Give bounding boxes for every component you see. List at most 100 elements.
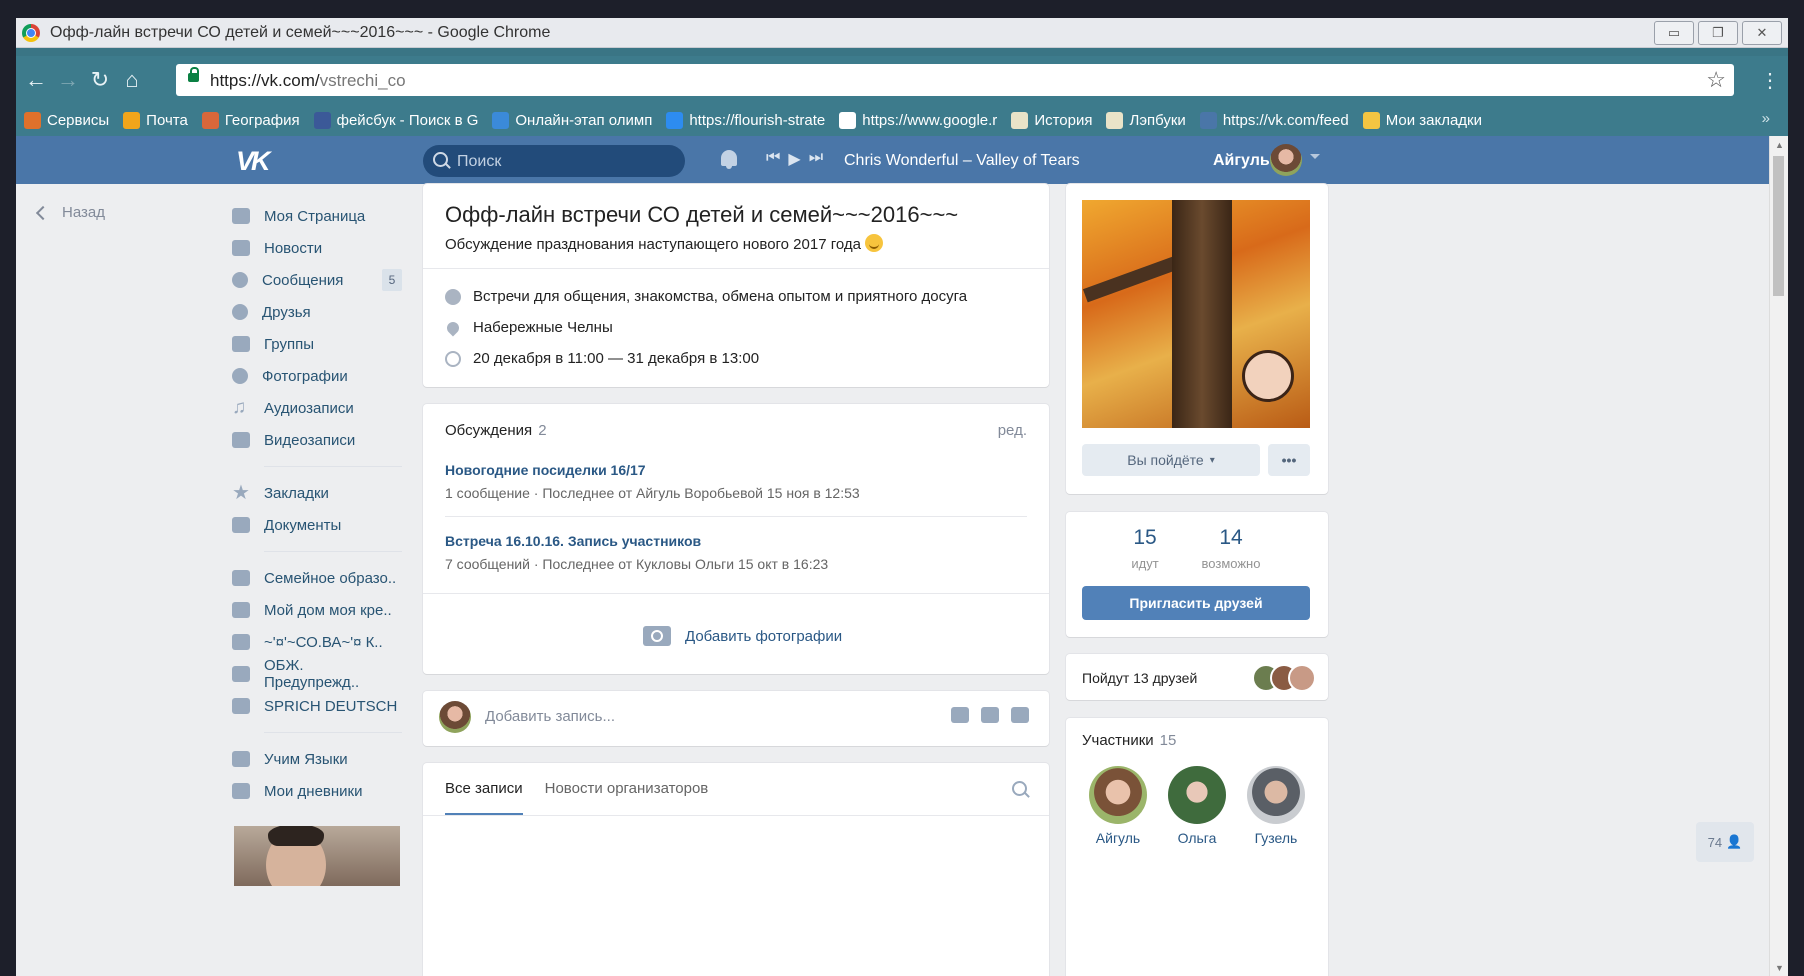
members-header[interactable]: Участники 15 <box>1082 732 1176 749</box>
sidebar-item[interactable]: SPRICH DEUTSCH <box>232 690 402 722</box>
bookmark-item[interactable]: фейсбук - Поиск в G <box>313 111 478 129</box>
online-friends-counter[interactable]: 74 👤 <box>1696 822 1754 862</box>
sidebar-item[interactable]: Моя Страница <box>232 200 402 232</box>
bookmark-item[interactable]: Почта <box>123 111 188 129</box>
post-input[interactable]: Добавить запись... <box>485 708 615 725</box>
attach-photo-icon[interactable] <box>951 707 969 723</box>
sidebar-item[interactable]: ~'¤'~СО.ВА~'¤ К.. <box>232 626 402 658</box>
reload-icon[interactable]: ↻ <box>86 66 114 94</box>
address-bar[interactable]: https://vk.com/vstrechi_co ☆ <box>176 64 1734 96</box>
sidebar-item[interactable]: Группы <box>232 328 402 360</box>
sidebar-item-label: Сообщения <box>262 271 344 289</box>
rsvp-button[interactable]: Вы пойдёте ▾ <box>1082 444 1260 476</box>
bookmark-favicon-icon <box>1199 111 1217 129</box>
user-name[interactable]: Айгуль <box>1213 152 1270 170</box>
bookmark-favicon-icon <box>123 111 141 129</box>
more-bookmarks-icon[interactable]: » <box>1762 110 1770 127</box>
unread-badge: 5 <box>382 269 402 291</box>
bookmark-star-icon[interactable]: ☆ <box>1706 67 1726 93</box>
member-item[interactable]: Ольга <box>1157 766 1237 846</box>
camera-icon <box>232 368 248 384</box>
sidebar-item[interactable]: Мой дом моя кре.. <box>232 594 402 626</box>
avatar <box>1247 766 1305 824</box>
group-icon <box>232 666 250 682</box>
person-icon: 👤 <box>1726 834 1743 849</box>
event-cover-photo[interactable] <box>1082 200 1310 428</box>
browser-menu-icon[interactable]: ⋮ <box>1760 68 1780 93</box>
topic-link[interactable]: Встреча 16.10.16. Запись участников <box>445 533 701 549</box>
notifications-bell-icon[interactable] <box>721 150 737 169</box>
menu-divider <box>264 466 402 467</box>
sidebar-item[interactable]: ♫ Аудиозаписи <box>232 392 402 424</box>
sidebar-item[interactable]: ОБЖ. Предупрежд.. <box>232 657 402 691</box>
going-count[interactable]: 15 <box>1100 526 1190 550</box>
edit-discussions-link[interactable]: ред. <box>998 422 1027 439</box>
back-arrow-icon[interactable]: ← <box>22 66 50 94</box>
topic-link[interactable]: Новогодние посиделки 16/17 <box>445 462 646 478</box>
next-track-icon[interactable]: ⏭ <box>809 149 823 169</box>
add-photos-button[interactable]: Добавить фотографии <box>643 626 842 646</box>
search-input[interactable] <box>455 145 679 179</box>
search-icon[interactable] <box>1012 781 1027 796</box>
sidebar-item[interactable]: Фотографии <box>232 360 402 392</box>
bookmark-item[interactable]: Лэпбуки <box>1106 111 1186 129</box>
sidebar-item[interactable]: Документы <box>232 509 402 541</box>
bookmark-item[interactable]: Мои закладки <box>1362 111 1482 129</box>
sidebar-item[interactable]: Мои дневники <box>232 775 402 807</box>
chevron-down-icon: ▾ <box>1209 454 1215 466</box>
attach-audio-icon[interactable] <box>1011 707 1029 723</box>
bookmark-item[interactable]: География <box>201 111 300 129</box>
ad-thumbnail[interactable] <box>234 826 400 886</box>
vk-logo-icon[interactable]: VK <box>236 146 276 176</box>
page-scrollbar[interactable]: ▲ ▼ <box>1769 136 1788 976</box>
new-post-box[interactable]: Добавить запись... <box>423 691 1049 746</box>
play-icon[interactable]: ▶ <box>788 149 800 169</box>
bookmark-item[interactable]: https://vk.com/feed <box>1199 111 1349 129</box>
scroll-down-icon[interactable]: ▼ <box>1775 963 1784 973</box>
sidebar-item-label: Друзья <box>262 303 311 321</box>
tab-all-posts[interactable]: Все записи <box>445 763 523 815</box>
close-button[interactable]: ✕ <box>1742 21 1782 45</box>
event-cover-card: Вы пойдёте ▾ ••• <box>1066 184 1328 494</box>
scroll-up-icon[interactable]: ▲ <box>1775 140 1784 150</box>
minimize-button[interactable]: ▭ <box>1654 21 1694 45</box>
discussions-header[interactable]: Обсуждения 2 <box>445 422 547 439</box>
restore-button[interactable]: ❐ <box>1698 21 1738 45</box>
sidebar-item[interactable]: Видеозаписи <box>232 424 402 456</box>
scroll-thumb[interactable] <box>1773 156 1784 296</box>
sidebar-item[interactable]: Друзья <box>232 296 402 328</box>
sidebar-item[interactable]: ★ Закладки <box>232 477 402 509</box>
invite-friends-button[interactable]: Пригласить друзей <box>1082 586 1310 620</box>
sidebar-item[interactable]: Семейное образо.. <box>232 562 402 594</box>
search-box[interactable] <box>423 145 685 179</box>
current-track[interactable]: Chris Wonderful – Valley of Tears <box>844 152 1080 170</box>
bookmark-item[interactable]: Сервисы <box>24 111 109 129</box>
member-item[interactable]: Гузель <box>1236 766 1316 846</box>
previous-track-icon[interactable]: ⏮ <box>766 149 780 169</box>
bookmark-item[interactable]: История <box>1011 111 1092 129</box>
sidebar-item-label: Аудиозаписи <box>264 399 354 417</box>
tab-organizer-news[interactable]: Новости организаторов <box>545 763 709 815</box>
bookmark-favicon-icon <box>1011 111 1029 129</box>
bookmark-favicon-icon <box>839 111 857 129</box>
friends-going-card[interactable]: Пойдут 13 друзей <box>1066 654 1328 700</box>
member-item[interactable]: Айгуль <box>1078 766 1158 846</box>
bookmark-favicon-icon <box>1362 111 1380 129</box>
bookmark-item[interactable]: https://flourish-strate <box>666 111 825 129</box>
maybe-count[interactable]: 14 <box>1186 526 1276 550</box>
sidebar-item[interactable]: Новости <box>232 232 402 264</box>
home-icon[interactable]: ⌂ <box>118 66 146 94</box>
sidebar-item[interactable]: Сообщения 5 <box>232 264 402 296</box>
url-host: https://vk.com/ <box>210 71 320 90</box>
app-grid-icon <box>232 751 250 767</box>
friends-going-label: Пойдут 13 друзей <box>1082 670 1198 686</box>
back-link[interactable]: Назад <box>35 204 105 221</box>
bookmark-item[interactable]: Онлайн-этап олимп <box>492 111 652 129</box>
forward-arrow-icon[interactable]: → <box>54 66 82 94</box>
bookmark-item[interactable]: https://www.google.r <box>839 111 997 129</box>
avatar[interactable] <box>1270 144 1302 176</box>
chevron-down-icon[interactable] <box>1310 154 1320 159</box>
attach-video-icon[interactable] <box>981 707 999 723</box>
sidebar-item[interactable]: Учим Языки <box>232 743 402 775</box>
more-actions-button[interactable]: ••• <box>1268 444 1310 476</box>
